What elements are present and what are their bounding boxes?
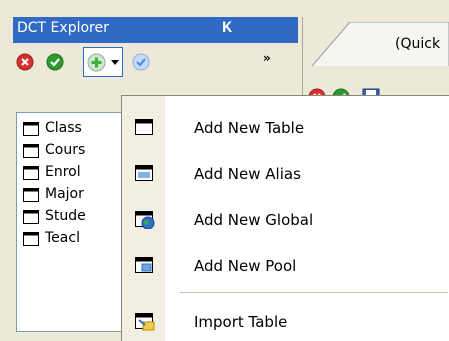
add-dropdown-menu: Add New Table Add New Alias Add New Glob… xyxy=(121,95,449,341)
tree-item-label: Major xyxy=(45,186,84,202)
tree-item-label: Class xyxy=(45,120,82,136)
add-dropdown-button[interactable] xyxy=(83,47,123,77)
folder-icon xyxy=(23,210,39,224)
menu-item-add-new-table[interactable]: Add New Table xyxy=(122,112,449,144)
alias-icon xyxy=(135,165,153,181)
table-icon xyxy=(135,119,153,135)
import-table-icon xyxy=(135,313,155,331)
apply-check-icon[interactable] xyxy=(131,53,151,71)
tree-item-label: Enrol xyxy=(45,164,81,180)
menu-item-add-new-alias[interactable]: Add New Alias xyxy=(122,158,449,190)
chevron-down-icon xyxy=(111,60,119,65)
menu-item-label: Add New Pool xyxy=(194,257,297,275)
toolbar-overflow-button[interactable]: » xyxy=(263,51,271,65)
folder-icon xyxy=(23,144,39,158)
folder-icon xyxy=(23,188,39,202)
folder-icon xyxy=(23,166,39,180)
folder-icon xyxy=(23,122,39,136)
pool-icon xyxy=(135,257,153,273)
cancel-icon[interactable] xyxy=(16,53,34,71)
menu-item-import-table[interactable]: Import Table xyxy=(122,306,449,338)
menu-item-add-new-pool[interactable]: Add New Pool xyxy=(122,250,449,282)
global-icon xyxy=(135,211,155,229)
menu-item-label: Add New Alias xyxy=(194,165,301,183)
explorer-tree[interactable]: Class Cours Enrol Major Stude Teacl xyxy=(16,112,128,332)
menu-separator xyxy=(180,292,448,293)
menu-item-label: Import Table xyxy=(194,313,288,331)
add-icon xyxy=(87,53,106,72)
explorer-toolbar: » xyxy=(13,44,298,80)
tree-item-label: Stude xyxy=(45,208,86,224)
menu-item-label: Add New Table xyxy=(194,119,305,137)
ok-check-icon[interactable] xyxy=(46,53,64,71)
menu-item-add-new-global[interactable]: Add New Global xyxy=(122,204,449,236)
panel-title: DCT Explorer xyxy=(17,20,109,36)
editor-tab-label: (Quick xyxy=(395,36,441,52)
explorer-panel-title-bar: DCT Explorer 𝚱 xyxy=(13,17,298,43)
pin-icon[interactable]: 𝚱 xyxy=(222,20,232,36)
tree-item-label: Cours xyxy=(45,142,86,158)
menu-item-label: Add New Global xyxy=(194,211,314,229)
folder-icon xyxy=(23,232,39,246)
tree-item-label: Teacl xyxy=(45,230,80,246)
